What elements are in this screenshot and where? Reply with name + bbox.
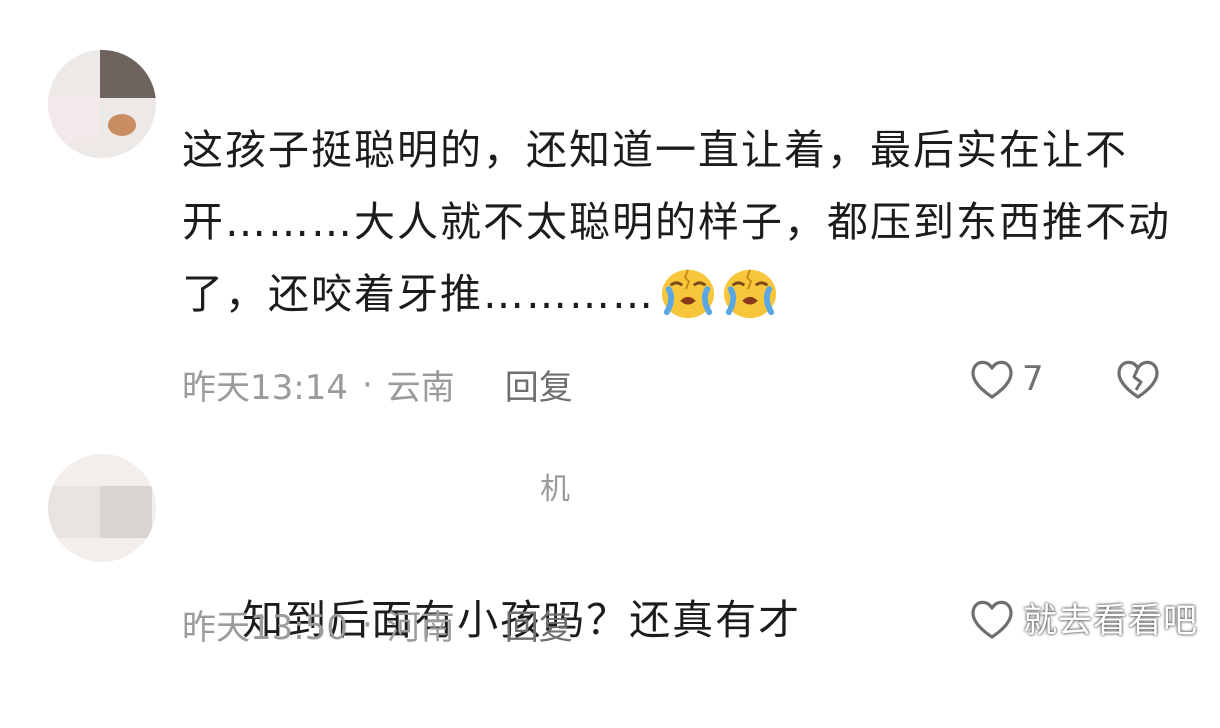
avatar-detail [108,114,136,136]
comment-location: 云南 [386,368,455,408]
username[interactable]: 机 [540,464,571,508]
comment-text: 这孩子挺聪明的，还知道一直让着，最后实在让不开………大人就不太聪明的样子，都压到… [182,114,1182,330]
comment-item: 这孩子挺聪明的，还知道一直让着，最后实在让不开………大人就不太聪明的样子，都压到… [0,0,1220,430]
meta-separator: · [361,604,373,645]
avatar-mosaic [100,50,156,98]
avatar-mosaic [48,94,100,142]
avatar[interactable] [48,454,156,562]
avatar-mosaic [100,486,152,538]
comment-time: 昨天13:50 [182,608,348,648]
crying-face-icon [723,269,777,319]
avatar[interactable] [48,50,156,158]
broken-heart-icon [1117,360,1159,399]
heart-icon [971,600,1013,639]
crying-face-icon [661,269,715,319]
comment-meta: 昨天13:50 · 河南 回复 [182,600,573,649]
dislike-button[interactable] [1114,357,1162,405]
avatar-mosaic [48,486,100,538]
comment-location: 河南 [386,608,455,648]
heart-icon [971,360,1013,399]
like-count: 7 [1022,359,1044,399]
watermark: 就去看看吧 [1023,601,1198,641]
reply-button[interactable]: 回复 [505,600,573,649]
meta-separator: · [361,364,373,405]
comment-time: 昨天13:14 [182,368,348,408]
reply-button[interactable]: 回复 [505,360,573,409]
like-button[interactable] [968,597,1022,641]
comment-meta: 昨天13:14 · 云南 回复 [182,360,573,409]
like-button[interactable]: 7 [968,357,1044,401]
